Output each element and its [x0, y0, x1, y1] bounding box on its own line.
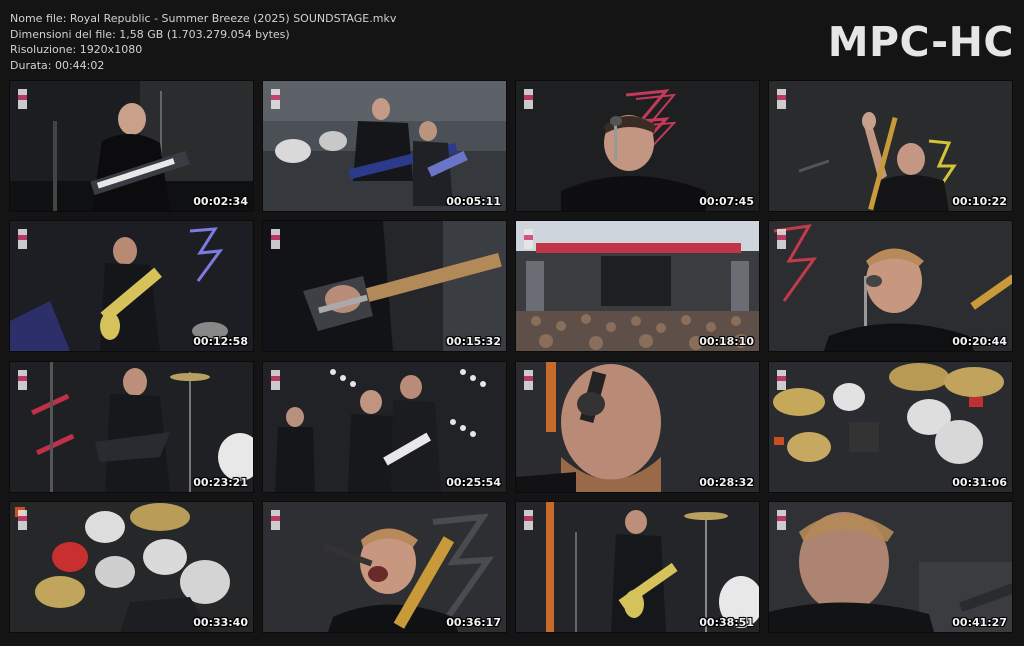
thumbnail-6-image	[263, 221, 506, 351]
thumbnail-15: 00:38:51	[516, 502, 759, 632]
thumbnail-timestamp: 00:02:34	[193, 195, 248, 208]
channel-logo-icon	[524, 229, 533, 249]
thumbnail-timestamp: 00:18:10	[699, 335, 754, 348]
channel-logo-icon	[18, 229, 27, 249]
thumbnail-9-image	[10, 362, 253, 492]
thumbnail-13-image	[10, 502, 253, 632]
thumbnail-15-image	[516, 502, 759, 632]
thumbnail-9: 00:23:21	[10, 362, 253, 492]
thumbnail-timestamp: 00:36:17	[446, 616, 501, 629]
thumbnail-16: 00:41:27	[769, 502, 1012, 632]
thumbnail-timestamp: 00:10:22	[952, 195, 1007, 208]
thumbnail-11: 00:28:32	[516, 362, 759, 492]
resolution-text: Risoluzione: 1920x1080	[10, 43, 143, 57]
file-info-block: Nome file: Royal Republic - Summer Breez…	[10, 11, 396, 73]
thumbnail-16-image	[769, 502, 1012, 632]
channel-logo-icon	[524, 510, 533, 530]
channel-logo-icon	[271, 510, 280, 530]
thumbnail-4-image	[769, 81, 1012, 211]
thumbnail-14-image	[263, 502, 506, 632]
thumbnail-14: 00:36:17	[263, 502, 506, 632]
thumbnail-timestamp: 00:33:40	[193, 616, 248, 629]
thumbnail-timestamp: 00:28:32	[699, 476, 754, 489]
thumbnail-11-image	[516, 362, 759, 492]
thumbnail-2-image	[263, 81, 506, 211]
thumbnail-timestamp: 00:23:21	[193, 476, 248, 489]
thumbnail-7-image	[516, 221, 759, 351]
channel-logo-icon	[777, 89, 786, 109]
thumbnail-5: 00:12:58	[10, 221, 253, 351]
thumbnail-10: 00:25:54	[263, 362, 506, 492]
file-size-text: Dimensioni del file: 1,58 GB (1.703.279.…	[10, 27, 290, 41]
channel-logo-icon	[271, 229, 280, 249]
thumbnail-timestamp: 00:25:54	[446, 476, 501, 489]
thumbnail-timestamp: 00:15:32	[446, 335, 501, 348]
thumbnail-grid: 00:02:34 00:05:11 00:07:45 00:10:22 00:1…	[10, 81, 1014, 632]
thumbnail-timestamp: 00:38:51	[699, 616, 754, 629]
thumbnail-timestamp: 00:12:58	[193, 335, 248, 348]
thumbnail-7: 00:18:10	[516, 221, 759, 351]
thumbnail-1-image	[10, 81, 253, 211]
thumbnail-12-image	[769, 362, 1012, 492]
duration-text: Durata: 00:44:02	[10, 58, 105, 72]
thumbnail-1: 00:02:34	[10, 81, 253, 211]
channel-logo-icon	[271, 370, 280, 390]
thumbnail-3-image	[516, 81, 759, 211]
thumbnail-timestamp: 00:05:11	[446, 195, 501, 208]
thumbnail-timestamp: 00:20:44	[952, 335, 1007, 348]
thumbnail-3: 00:07:45	[516, 81, 759, 211]
channel-logo-icon	[777, 510, 786, 530]
thumbnail-timestamp: 00:07:45	[699, 195, 754, 208]
channel-logo-icon	[18, 510, 27, 530]
channel-logo-icon	[777, 229, 786, 249]
thumbnail-6: 00:15:32	[263, 221, 506, 351]
mpc-hc-logo-text: MPC-HC	[827, 18, 1014, 66]
channel-logo-icon	[777, 370, 786, 390]
channel-logo-icon	[524, 370, 533, 390]
file-name-text: Nome file: Royal Republic - Summer Breez…	[10, 12, 397, 25]
channel-logo-icon	[18, 370, 27, 390]
thumbnail-5-image	[10, 221, 253, 351]
channel-logo-icon	[18, 89, 27, 109]
thumbnail-13: 00:33:40	[10, 502, 253, 632]
thumbnail-timestamp: 00:31:06	[952, 476, 1007, 489]
thumbnail-8: 00:20:44	[769, 221, 1012, 351]
channel-logo-icon	[271, 89, 280, 109]
thumbnail-2: 00:05:11	[263, 81, 506, 211]
thumbnail-4: 00:10:22	[769, 81, 1012, 211]
thumbnail-timestamp: 00:41:27	[952, 616, 1007, 629]
thumbnail-8-image	[769, 221, 1012, 351]
channel-logo-icon	[524, 89, 533, 109]
thumbnail-10-image	[263, 362, 506, 492]
thumbnail-12: 00:31:06	[769, 362, 1012, 492]
